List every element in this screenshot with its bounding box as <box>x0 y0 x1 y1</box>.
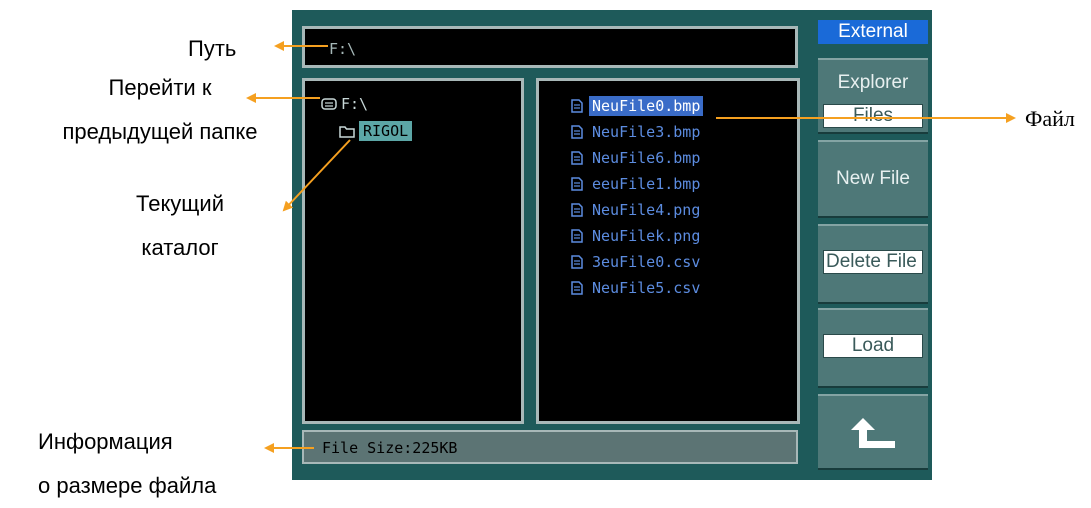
path-value: F:\ <box>329 40 357 58</box>
back-button[interactable] <box>818 394 928 470</box>
path-bar: F:\ <box>302 26 798 68</box>
annotation-prev-folder: Перейти к предыдущей папке <box>60 66 260 154</box>
return-arrow-icon <box>851 418 895 448</box>
file-list-item[interactable]: NeuFilek.png <box>569 223 703 249</box>
file-icon <box>571 125 583 139</box>
file-list-item[interactable]: 3euFile0.csv <box>569 249 703 275</box>
drive-icon <box>321 98 337 110</box>
explorer-label: Explorer <box>837 72 909 93</box>
annotation-current-dir-line1: Текущий <box>136 191 224 216</box>
file-name: NeuFile4.png <box>592 201 701 219</box>
tree-root-label: F:\ <box>341 95 369 113</box>
file-icon <box>571 281 583 295</box>
menu-title: External <box>818 20 928 44</box>
file-name: NeuFile0.bmp <box>589 96 704 116</box>
explorer-button[interactable]: Explorer Files <box>818 58 928 134</box>
delete-file-button[interactable]: Delete File <box>818 224 928 304</box>
file-list: NeuFile0.bmp NeuFile3.bmp NeuFile6.bmp eeuF… <box>569 93 704 301</box>
annotation-prev-folder-line2: предыдущей папке <box>62 119 258 144</box>
annotation-file-info-line1: Информация <box>38 429 173 454</box>
file-icon <box>571 203 583 217</box>
oscilloscope-screen: F:\ F:\ RIGOL NeuFile0.bmp NeuFile3.bmp Ne… <box>292 10 932 480</box>
file-list-item[interactable]: NeuFile0.bmp <box>569 93 704 119</box>
file-icon <box>571 151 583 165</box>
file-icon <box>571 229 583 243</box>
annotation-path: Путь <box>188 36 237 61</box>
directory-panel: F:\ RIGOL <box>302 78 524 424</box>
load-button[interactable]: Load <box>818 308 928 388</box>
file-name: NeuFilek.png <box>592 227 701 245</box>
load-label: Load <box>823 334 923 358</box>
folder-icon <box>339 126 355 138</box>
file-list-item[interactable]: NeuFile4.png <box>569 197 703 223</box>
annotation-file-info-line2: о размере файла <box>38 473 217 498</box>
file-size-info: File Size:225KB <box>322 439 458 457</box>
new-file-button[interactable]: New File <box>818 140 928 218</box>
file-list-item[interactable]: NeuFile3.bmp <box>569 119 703 145</box>
file-name: NeuFile5.csv <box>592 279 701 297</box>
file-name: eeuFile1.bmp <box>592 175 701 193</box>
file-icon <box>571 99 583 113</box>
file-list-item[interactable]: eeuFile1.bmp <box>569 171 703 197</box>
file-icon <box>571 177 583 191</box>
file-name: NeuFile3.bmp <box>592 123 701 141</box>
delete-file-label: Delete File <box>823 250 923 274</box>
new-file-label: New File <box>836 168 910 189</box>
file-list-item[interactable]: NeuFile6.bmp <box>569 145 703 171</box>
annotation-prev-folder-line1: Перейти к <box>108 75 212 100</box>
annotation-current-dir-line2: каталог <box>141 235 219 260</box>
tree-current-folder-label: RIGOL <box>359 121 413 141</box>
tree-root[interactable]: F:\ <box>321 95 368 113</box>
file-name: 3euFile0.csv <box>592 253 701 271</box>
file-name: NeuFile6.bmp <box>592 149 701 167</box>
tree-current-folder[interactable]: RIGOL <box>339 121 413 141</box>
explorer-value: Files <box>823 104 923 128</box>
annotation-file: Файл <box>1025 106 1075 131</box>
info-bar: File Size:225KB <box>302 430 798 464</box>
file-list-item[interactable]: NeuFile5.csv <box>569 275 703 301</box>
file-panel: NeuFile0.bmp NeuFile3.bmp NeuFile6.bmp eeuF… <box>536 78 800 424</box>
annotation-current-dir: Текущий каталог <box>110 182 250 270</box>
annotation-file-info: Информация о размере файла <box>38 420 216 508</box>
file-icon <box>571 255 583 269</box>
